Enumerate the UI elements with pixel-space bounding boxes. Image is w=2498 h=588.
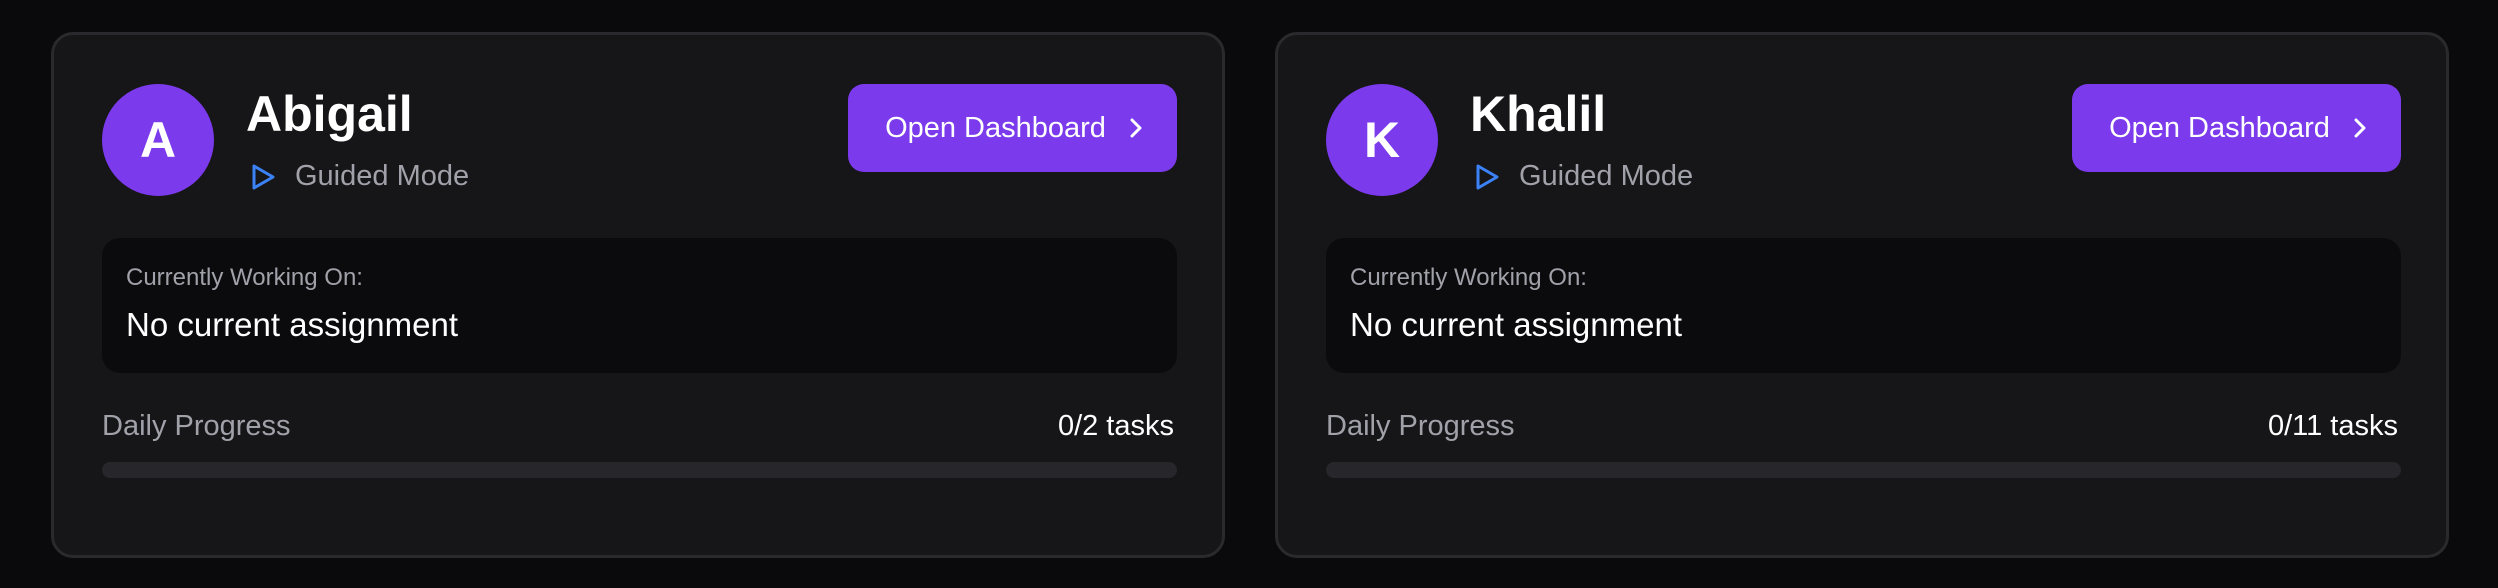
current-assignment-value: No current assignment xyxy=(126,306,458,343)
current-assignment-panel: Currently Working On: No current assignm… xyxy=(1326,238,2401,373)
open-dashboard-button[interactable]: Open Dashboard xyxy=(2072,84,2401,172)
daily-progress-bar xyxy=(102,462,1177,478)
chevron-right-icon xyxy=(2354,118,2366,138)
open-dashboard-label: Open Dashboard xyxy=(885,111,1106,144)
daily-progress-label: Daily Progress xyxy=(1326,410,1515,442)
mode-label: Guided Mode xyxy=(1519,160,1694,192)
daily-progress-count: 0/11 tasks xyxy=(2267,410,2398,442)
student-card: K Khalil Guided Mode Open Dashboard Curr… xyxy=(1275,32,2449,558)
current-assignment-value: No current assignment xyxy=(1350,306,1682,343)
current-assignment-label: Currently Working On: xyxy=(1350,264,1587,291)
mode-label: Guided Mode xyxy=(295,160,470,192)
mode-indicator: Guided Mode xyxy=(249,160,469,193)
play-icon xyxy=(252,164,275,189)
mode-indicator: Guided Mode xyxy=(1473,160,1693,193)
open-dashboard-label: Open Dashboard xyxy=(2109,111,2330,144)
avatar: K xyxy=(1326,84,1438,196)
open-dashboard-button[interactable]: Open Dashboard xyxy=(848,84,1177,172)
current-assignment-label: Currently Working On: xyxy=(126,264,363,291)
student-name: Khalil xyxy=(1470,86,1607,142)
student-cards: A Abigail Guided Mode Open Dashboard Cur… xyxy=(0,0,2498,588)
student-name: Abigail xyxy=(246,86,413,142)
student-card: A Abigail Guided Mode Open Dashboard Cur… xyxy=(51,32,1225,558)
current-assignment-panel: Currently Working On: No current assignm… xyxy=(102,238,1177,373)
chevron-right-icon xyxy=(1130,118,1142,138)
play-icon xyxy=(1476,164,1499,189)
avatar: A xyxy=(102,84,214,196)
daily-progress-bar xyxy=(1326,462,2401,478)
daily-progress-count: 0/2 tasks xyxy=(1057,410,1174,442)
daily-progress-label: Daily Progress xyxy=(102,410,291,442)
